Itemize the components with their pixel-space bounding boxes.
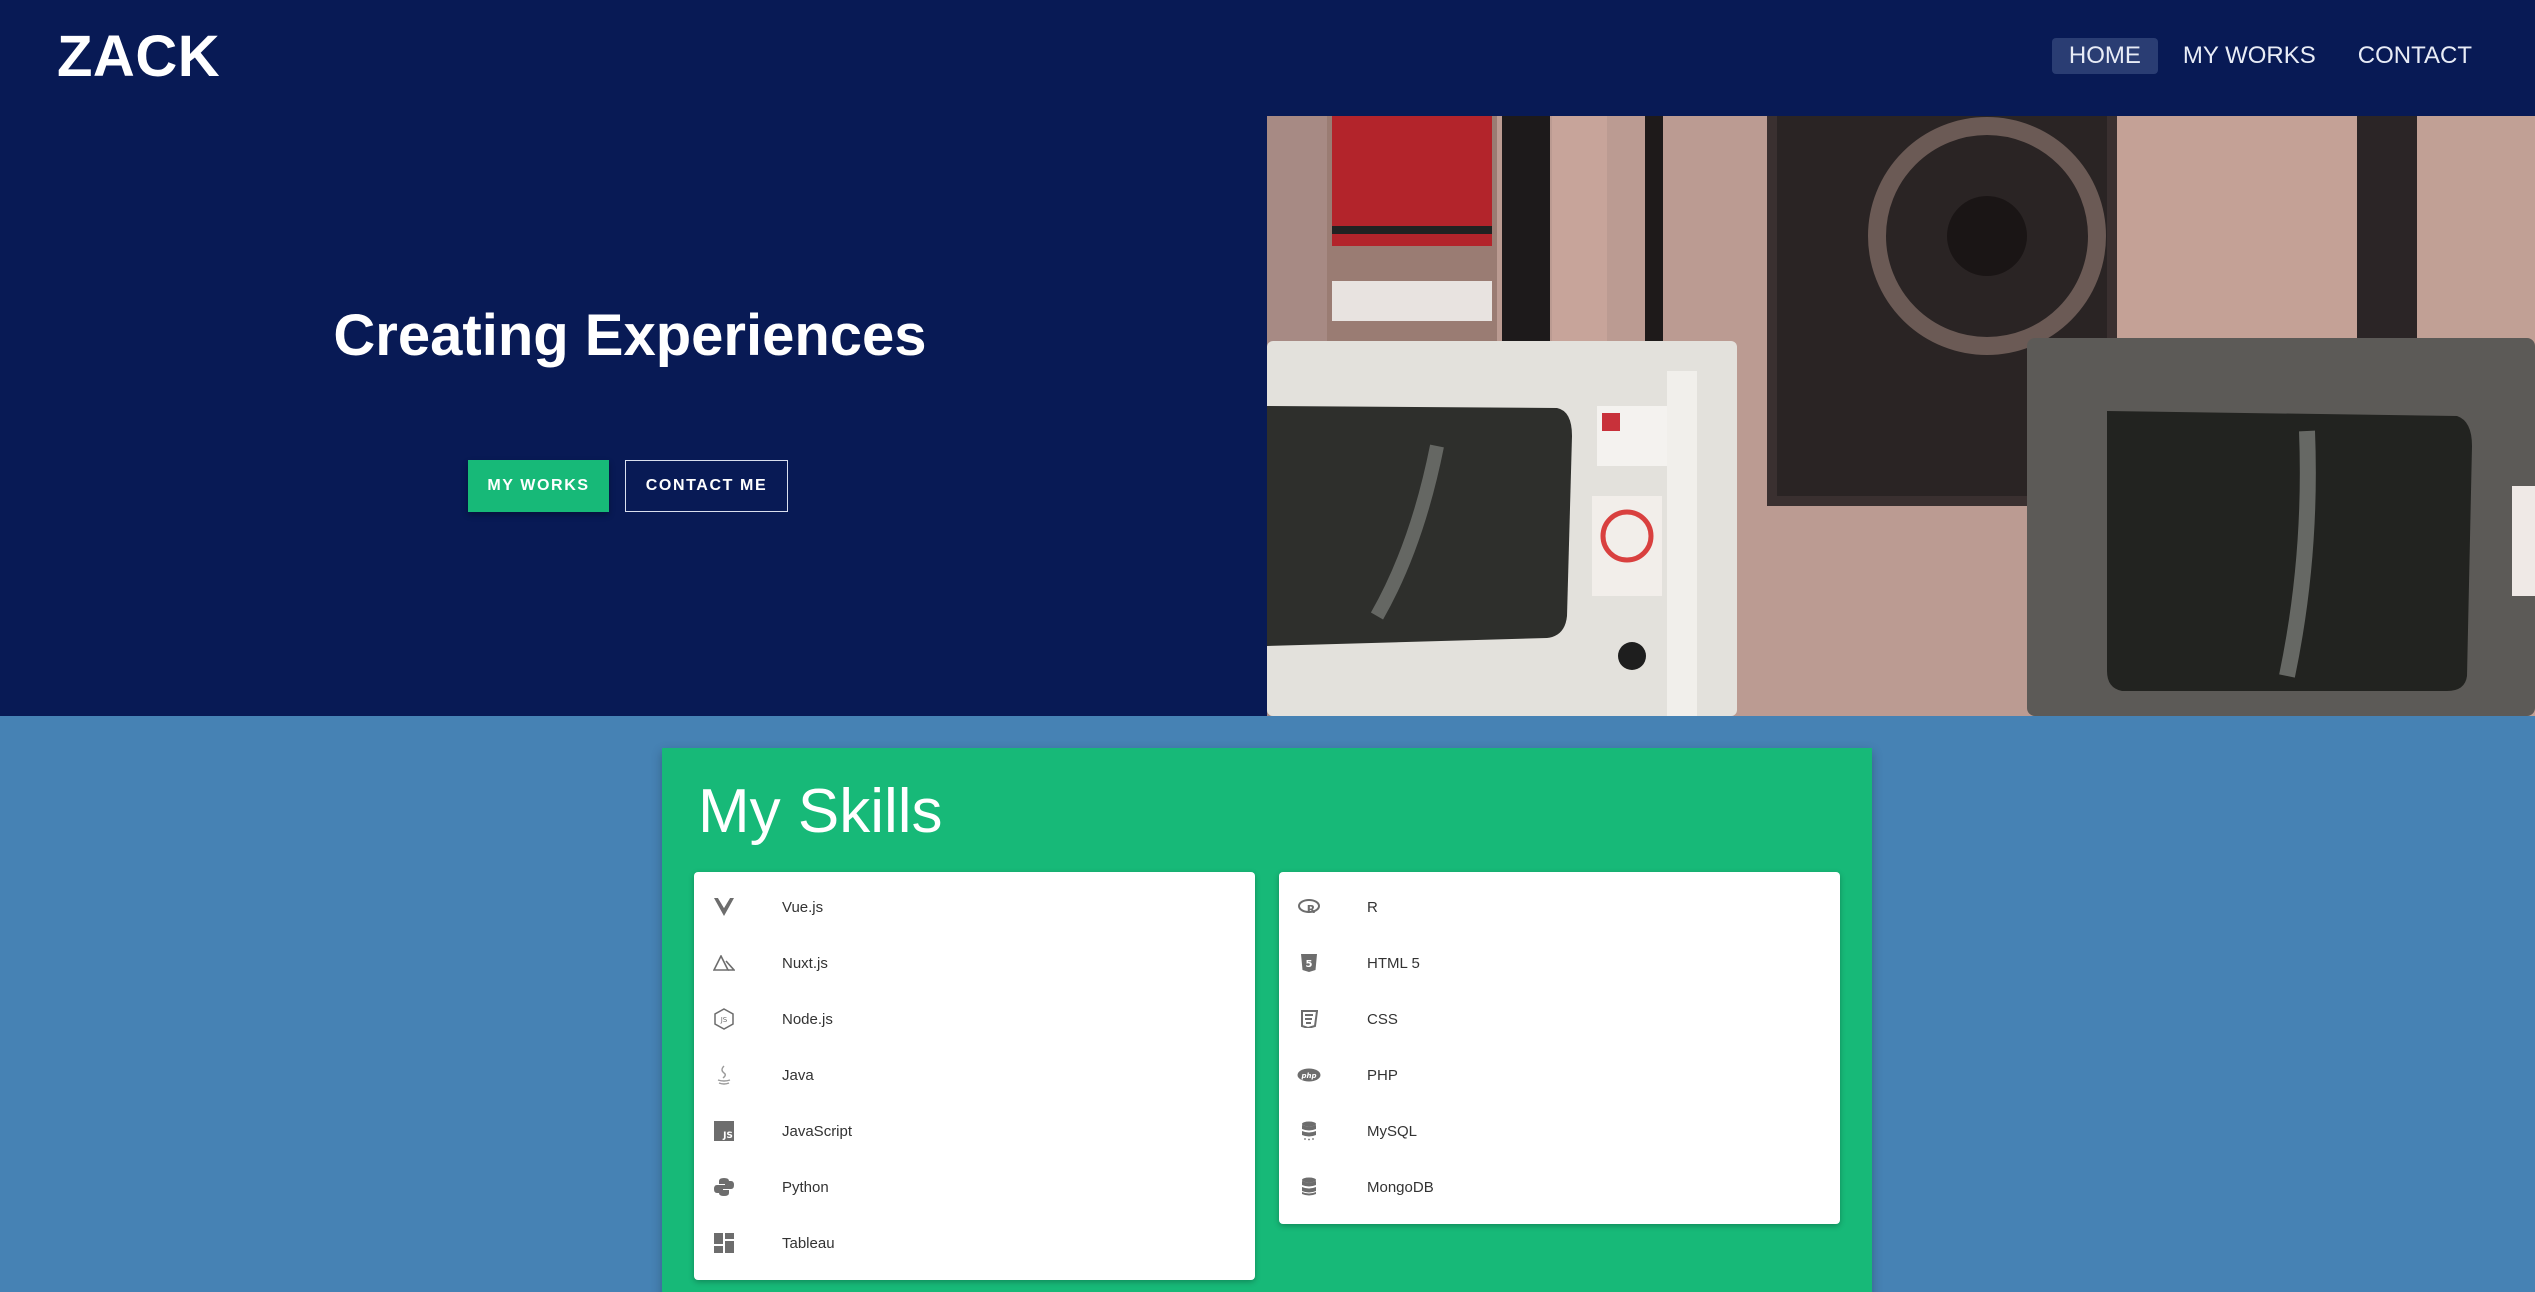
tableau-icon [712,1231,736,1255]
skills-list-left: Vue.js Nuxt.js JS Node.js Java JS JavaSc… [694,872,1255,1280]
svg-text:R: R [1307,903,1316,915]
skill-label: Python [782,1178,829,1196]
php-icon: php [1297,1063,1321,1087]
list-item: Python [694,1159,1255,1215]
css3-icon [1297,1007,1321,1031]
skills-list-right: R R 5 HTML 5 CSS php PHP MySQL MongoDB [1279,872,1840,1224]
list-item: MongoDB [1279,1159,1840,1215]
nav-links: HOME MY WORKS CONTACT [2051,38,2489,74]
javascript-icon: JS [712,1119,736,1143]
skill-label: Vue.js [782,898,824,916]
skill-label: HTML 5 [1367,954,1420,972]
list-item: CSS [1279,991,1840,1047]
hero-title: Creating Experiences [333,303,927,368]
database-icon [1297,1175,1321,1199]
list-item: MySQL [1279,1103,1840,1159]
svg-text:JS: JS [722,1131,733,1141]
skill-label: R [1367,898,1378,916]
hero-section: ZACK HOME MY WORKS CONTACT Creating Expe… [0,0,2535,716]
list-item: Nuxt.js [694,935,1255,991]
list-item: php PHP [1279,1047,1840,1103]
my-works-button[interactable]: MY WORKS [468,460,609,512]
hero-buttons: MY WORKS CONTACT ME [0,460,1260,512]
list-item: JS Node.js [694,991,1255,1047]
list-item: JS JavaScript [694,1103,1255,1159]
svg-text:5: 5 [1306,959,1313,970]
navbar: ZACK HOME MY WORKS CONTACT [0,0,2535,116]
skill-label: Node.js [782,1010,833,1028]
list-item: Tableau [694,1215,1255,1271]
list-item: Vue.js [694,879,1255,935]
nuxtjs-icon [712,951,736,975]
skill-label: MongoDB [1367,1178,1434,1196]
svg-text:php: php [1300,1072,1316,1080]
database-icon [1297,1119,1321,1143]
svg-text:JS: JS [720,1016,728,1024]
nodejs-icon: JS [712,1007,736,1031]
nav-home[interactable]: HOME [2051,38,2158,74]
skill-label: Tableau [782,1234,835,1252]
nav-contact[interactable]: CONTACT [2341,38,2489,74]
list-item: R R [1279,879,1840,935]
nav-my-works[interactable]: MY WORKS [2166,38,2333,74]
page: ZACK HOME MY WORKS CONTACT Creating Expe… [0,0,2535,1292]
skill-label: CSS [1367,1010,1398,1028]
skill-label: Java [782,1066,814,1084]
r-language-icon: R [1297,895,1321,919]
logo[interactable]: ZACK [57,24,220,90]
hero-content: Creating Experiences MY WORKS CONTACT ME [0,300,1260,512]
list-item: 5 HTML 5 [1279,935,1840,991]
python-icon [712,1175,736,1199]
skill-label: JavaScript [782,1122,853,1140]
skill-label: Nuxt.js [782,954,828,972]
list-item: Java [694,1047,1255,1103]
hero-image-vintage-computers [1267,116,2535,716]
skills-card: My Skills Vue.js Nuxt.js JS Node.js Java… [662,748,1872,1292]
vuejs-icon [712,895,736,919]
skill-label: MySQL [1367,1122,1418,1140]
skill-label: PHP [1367,1066,1398,1084]
contact-me-button[interactable]: CONTACT ME [625,460,788,512]
skills-title: My Skills [698,777,943,846]
html5-icon: 5 [1297,951,1321,975]
java-icon [712,1063,736,1087]
